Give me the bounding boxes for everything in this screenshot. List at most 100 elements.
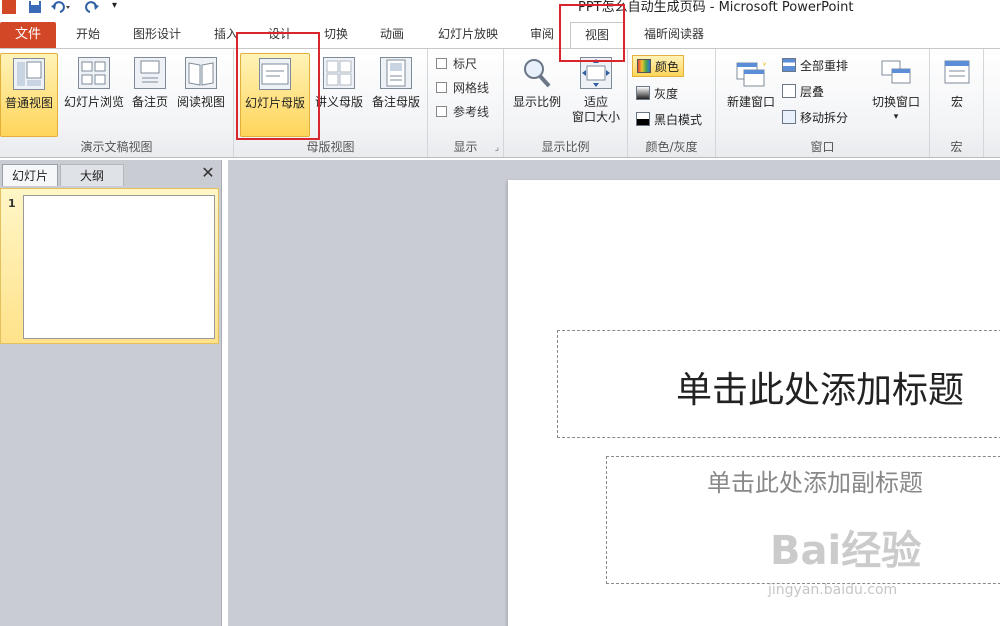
new-window-icon [735,57,767,89]
slide-sorter-icon [78,57,110,89]
color-swatch-icon [637,59,651,73]
notes-page-icon [134,57,166,89]
baidu-watermark-url: jingyan.baidu.com [768,582,898,598]
macros-icon [941,57,973,89]
group-macros: 宏 宏 [930,49,984,157]
save-icon[interactable] [28,0,42,14]
subtitle-placeholder-text: 单击此处添加副标题 [707,469,923,497]
group-zoom: 显示比例 适应 窗口大小 显示比例 [504,49,628,157]
move-split-icon [782,110,796,124]
guides-label: 参考线 [453,105,490,119]
arrange-all-button[interactable]: 全部重排 [782,55,848,77]
notes-master-icon [380,57,412,89]
handout-master-button[interactable]: 讲义母版 [312,53,366,137]
macros-label: 宏 [950,95,963,109]
slide-number: 1 [8,197,16,210]
normal-view-icon [13,58,45,90]
tab-transitions[interactable]: 切换 [314,24,358,44]
fit-to-window-label-line2: 窗口大小 [571,110,620,124]
tab-animations[interactable]: 动画 [370,24,414,44]
switch-windows-icon [880,57,912,89]
notes-master-label: 备注母版 [371,95,420,109]
reading-view-label: 阅读视图 [176,95,225,109]
title-placeholder-text: 单击此处添加标题 [676,370,965,411]
slide-thumbnail[interactable] [23,195,215,339]
cascade-label: 层叠 [800,85,825,99]
undo-icon[interactable] [50,0,72,14]
handout-master-label: 讲义母版 [314,95,363,109]
tab-home[interactable]: 开始 [66,24,110,44]
tab-foxit-reader[interactable]: 福昕阅读器 [632,24,716,44]
zoom-button[interactable]: 显示比例 [508,53,566,137]
title-bar: ▾ PPT怎么自动生成页码 - Microsoft PowerPoint [0,0,1000,16]
tab-slides-panel[interactable]: 幻灯片 [2,164,58,186]
magnifier-icon [521,57,553,89]
cascade-button[interactable]: 层叠 [782,81,824,103]
group-window: 新建窗口 全部重排 层叠 移动拆分 切换窗口 ▾ 窗口 [716,49,930,157]
highlight-view-tab [559,4,625,62]
arrange-all-label: 全部重排 [800,59,849,73]
reading-view-button[interactable]: 阅读视图 [174,53,228,137]
group-label-show: 显示 [453,140,478,154]
black-white-button[interactable]: 黑白模式 [636,109,702,131]
grayscale-label: 灰度 [654,87,679,101]
guides-checkbox-box[interactable] [436,106,447,117]
ribbon-tabs: 文件 开始 图形设计 插入 设计 切换 动画 幻灯片放映 审阅 视图 福昕阅读器 [0,16,1000,48]
black-white-label: 黑白模式 [654,113,703,127]
grayscale-button[interactable]: 灰度 [636,83,678,105]
black-white-icon [636,112,650,126]
color-button[interactable]: 颜色 [632,55,685,77]
color-label: 颜色 [655,60,680,74]
handout-master-icon [323,57,355,89]
ruler-checkbox-box[interactable] [436,58,447,69]
guides-checkbox[interactable]: 参考线 [436,103,489,121]
group-label-window: 窗口 [810,140,835,154]
gridlines-checkbox[interactable]: 网格线 [436,79,489,97]
reading-view-icon [185,57,217,89]
redo-icon[interactable] [84,0,100,14]
tab-file[interactable]: 文件 [0,22,56,48]
fit-to-window-button[interactable]: 适应 窗口大小 [566,53,626,137]
move-split-button[interactable]: 移动拆分 [782,107,848,129]
ribbon: 普通视图 幻灯片浏览 备注页 阅读视图 演示文稿视图 幻灯片母版 讲义母版 备注… [0,48,1000,158]
customize-quick-access-icon[interactable]: ▾ [112,0,122,14]
notes-page-button[interactable]: 备注页 [128,53,172,137]
group-label-master-views: 母版视图 [306,140,355,154]
notes-page-label: 备注页 [131,95,168,109]
switch-windows-dropdown-icon: ▾ [893,112,899,122]
move-split-label: 移动拆分 [800,111,849,125]
tab-slideshow[interactable]: 幻灯片放映 [426,24,510,44]
gridlines-checkbox-box[interactable] [436,82,447,93]
normal-view-label: 普通视图 [4,96,53,110]
show-dialog-launcher-icon[interactable]: ⌟ [495,143,499,153]
group-label-zoom: 显示比例 [541,140,590,154]
new-window-button[interactable]: 新建窗口 [720,53,782,137]
close-panel-icon[interactable]: ✕ [199,164,217,182]
notes-master-button[interactable]: 备注母版 [368,53,424,137]
group-label-presentation-views: 演示文稿视图 [80,140,153,154]
normal-view-button[interactable]: 普通视图 [0,53,58,137]
title-placeholder[interactable]: 单击此处添加标题 [557,330,1000,438]
powerpoint-app-icon[interactable] [2,0,16,14]
switch-windows-button[interactable]: 切换窗口 ▾ [866,53,926,137]
ruler-label: 标尺 [453,57,478,71]
fit-to-window-label-line1: 适应 [583,95,608,109]
slide-thumbnail-item[interactable]: 1 [0,188,219,344]
zoom-label: 显示比例 [512,95,561,109]
new-window-label: 新建窗口 [726,95,775,109]
tab-review[interactable]: 审阅 [520,24,564,44]
slides-panel: 幻灯片 大纲 ✕ 1 [0,160,222,626]
tab-graphic-design[interactable]: 图形设计 [122,24,192,44]
gridlines-label: 网格线 [453,81,490,95]
slide-sorter-button[interactable]: 幻灯片浏览 [62,53,126,137]
switch-windows-label: 切换窗口 [871,95,920,109]
macros-button[interactable]: 宏 [932,53,982,137]
slide-canvas[interactable]: 单击此处添加标题 单击此处添加副标题 [508,180,1000,626]
highlight-slide-master [236,32,320,140]
tab-outline-panel[interactable]: 大纲 [60,164,124,186]
baidu-watermark: Bai经验 [770,528,922,574]
ruler-checkbox[interactable]: 标尺 [436,55,477,73]
group-label-color-grayscale: 颜色/灰度 [645,140,698,154]
group-label-macros: 宏 [950,140,963,154]
cascade-icon [782,84,796,98]
